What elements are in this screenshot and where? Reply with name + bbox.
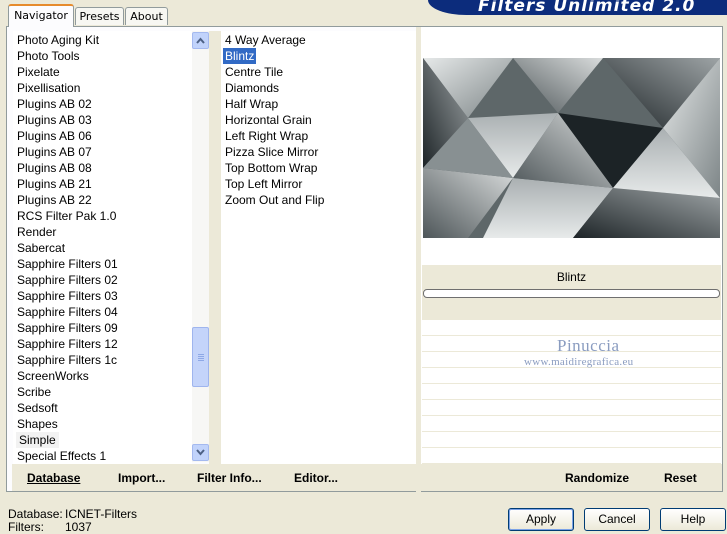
randomize-button[interactable]: Randomize — [565, 471, 629, 485]
filters-caption: Filters: — [8, 520, 44, 534]
filter-item[interactable]: Left Right Wrap — [225, 128, 308, 144]
watermark-url: www.maidiregrafica.eu — [524, 356, 634, 368]
scroll-up-button[interactable] — [192, 32, 209, 49]
filter-item[interactable]: Centre Tile — [225, 64, 283, 80]
category-scrollbar[interactable] — [192, 31, 209, 462]
category-item[interactable]: Sapphire Filters 1c — [17, 352, 117, 368]
chevron-down-icon — [196, 449, 205, 456]
param-row — [422, 384, 721, 400]
filter-item[interactable]: Zoom Out and Flip — [225, 192, 324, 208]
chevron-up-icon — [196, 37, 205, 44]
param-row — [422, 448, 721, 464]
watermark-name: Pinuccia — [557, 336, 620, 355]
category-item[interactable]: Plugins AB 06 — [17, 128, 92, 144]
banner-title: Filters Unlimited 2.0 — [478, 0, 696, 15]
category-item[interactable]: Plugins AB 02 — [17, 96, 92, 112]
filter-item[interactable]: Blintz — [223, 48, 257, 64]
param-row — [422, 320, 721, 336]
category-item[interactable]: ScreenWorks — [17, 368, 89, 384]
filter-item[interactable]: 4 Way Average — [225, 32, 306, 48]
database-button[interactable]: Database — [27, 471, 80, 485]
tab-about[interactable]: About — [125, 7, 168, 25]
category-item[interactable]: Pixellisation — [17, 80, 80, 96]
progress-bar — [423, 289, 720, 298]
category-item[interactable]: Sapphire Filters 03 — [17, 288, 118, 304]
category-item[interactable]: Plugins AB 08 — [17, 160, 92, 176]
category-item[interactable]: Plugins AB 22 — [17, 192, 92, 208]
list-separator — [209, 31, 221, 464]
database-caption: Database: — [8, 507, 63, 521]
category-item[interactable]: Scribe — [17, 384, 51, 400]
editor-button[interactable]: Editor... — [294, 471, 338, 485]
category-item[interactable]: Sabercat — [17, 240, 65, 256]
param-row — [422, 416, 721, 432]
scroll-thumb[interactable] — [192, 327, 209, 387]
app-banner: Filters Unlimited 2.0 — [428, 0, 727, 15]
param-row — [422, 400, 721, 416]
filter-item[interactable]: Top Left Mirror — [225, 176, 302, 192]
preview-action-bar: Randomize Reset — [420, 464, 722, 491]
category-item[interactable]: RCS Filter Pak 1.0 — [17, 208, 116, 224]
filters-count: 1037 — [65, 520, 92, 534]
category-item[interactable]: Render — [17, 224, 56, 240]
tab-navigator[interactable]: Navigator — [8, 4, 74, 27]
filter-name-row: Blintz — [422, 264, 721, 289]
category-item[interactable]: Sapphire Filters 01 — [17, 256, 118, 272]
filter-item[interactable]: Pizza Slice Mirror — [225, 144, 318, 160]
tab-presets[interactable]: Presets — [75, 7, 124, 25]
filter-item[interactable]: Horizontal Grain — [225, 112, 312, 128]
param-row — [422, 432, 721, 448]
category-item[interactable]: Sapphire Filters 02 — [17, 272, 118, 288]
category-list[interactable]: Photo Aging Kit Photo Tools Pixelate Pixell… — [13, 31, 192, 464]
filter-list[interactable]: 4 Way Average Blintz Centre Tile Diamonds Ha… — [221, 31, 416, 464]
preview-top-margin — [423, 31, 720, 58]
category-item[interactable]: Pixelate — [17, 64, 60, 80]
filter-item[interactable]: Half Wrap — [225, 96, 278, 112]
category-item[interactable]: Shapes — [17, 416, 58, 432]
category-item[interactable]: Photo Aging Kit — [17, 32, 99, 48]
category-item[interactable]: Plugins AB 21 — [17, 176, 92, 192]
cancel-button[interactable]: Cancel — [584, 508, 650, 531]
category-item[interactable]: Plugins AB 03 — [17, 112, 92, 128]
filter-info-button[interactable]: Filter Info... — [197, 471, 262, 485]
category-item[interactable]: Plugins AB 07 — [17, 144, 92, 160]
preview-image — [423, 58, 720, 238]
category-item[interactable]: Photo Tools — [17, 48, 80, 64]
category-item[interactable]: Sedsoft — [17, 400, 58, 416]
category-item[interactable]: Simple — [16, 432, 59, 448]
preview-gap — [422, 240, 721, 264]
help-button[interactable]: Help — [660, 508, 726, 531]
scroll-down-button[interactable] — [192, 444, 209, 461]
param-row — [422, 368, 721, 384]
database-value: ICNET-Filters — [65, 507, 137, 521]
category-item[interactable]: Special Effects 1 — [17, 448, 106, 464]
preview-artwork — [423, 58, 720, 238]
list-action-bar: Database Import... Filter Info... Editor… — [12, 464, 416, 491]
category-item[interactable]: Sapphire Filters 04 — [17, 304, 118, 320]
category-item[interactable]: Sapphire Filters 12 — [17, 336, 118, 352]
category-item[interactable]: Sapphire Filters 09 — [17, 320, 118, 336]
filter-item[interactable]: Diamonds — [225, 80, 279, 96]
import-button[interactable]: Import... — [118, 471, 165, 485]
apply-button[interactable]: Apply — [508, 508, 574, 531]
database-label: Database — [27, 471, 81, 485]
reset-button[interactable]: Reset — [664, 471, 697, 485]
filter-name: Blintz — [556, 270, 587, 284]
filter-item[interactable]: Top Bottom Wrap — [225, 160, 317, 176]
